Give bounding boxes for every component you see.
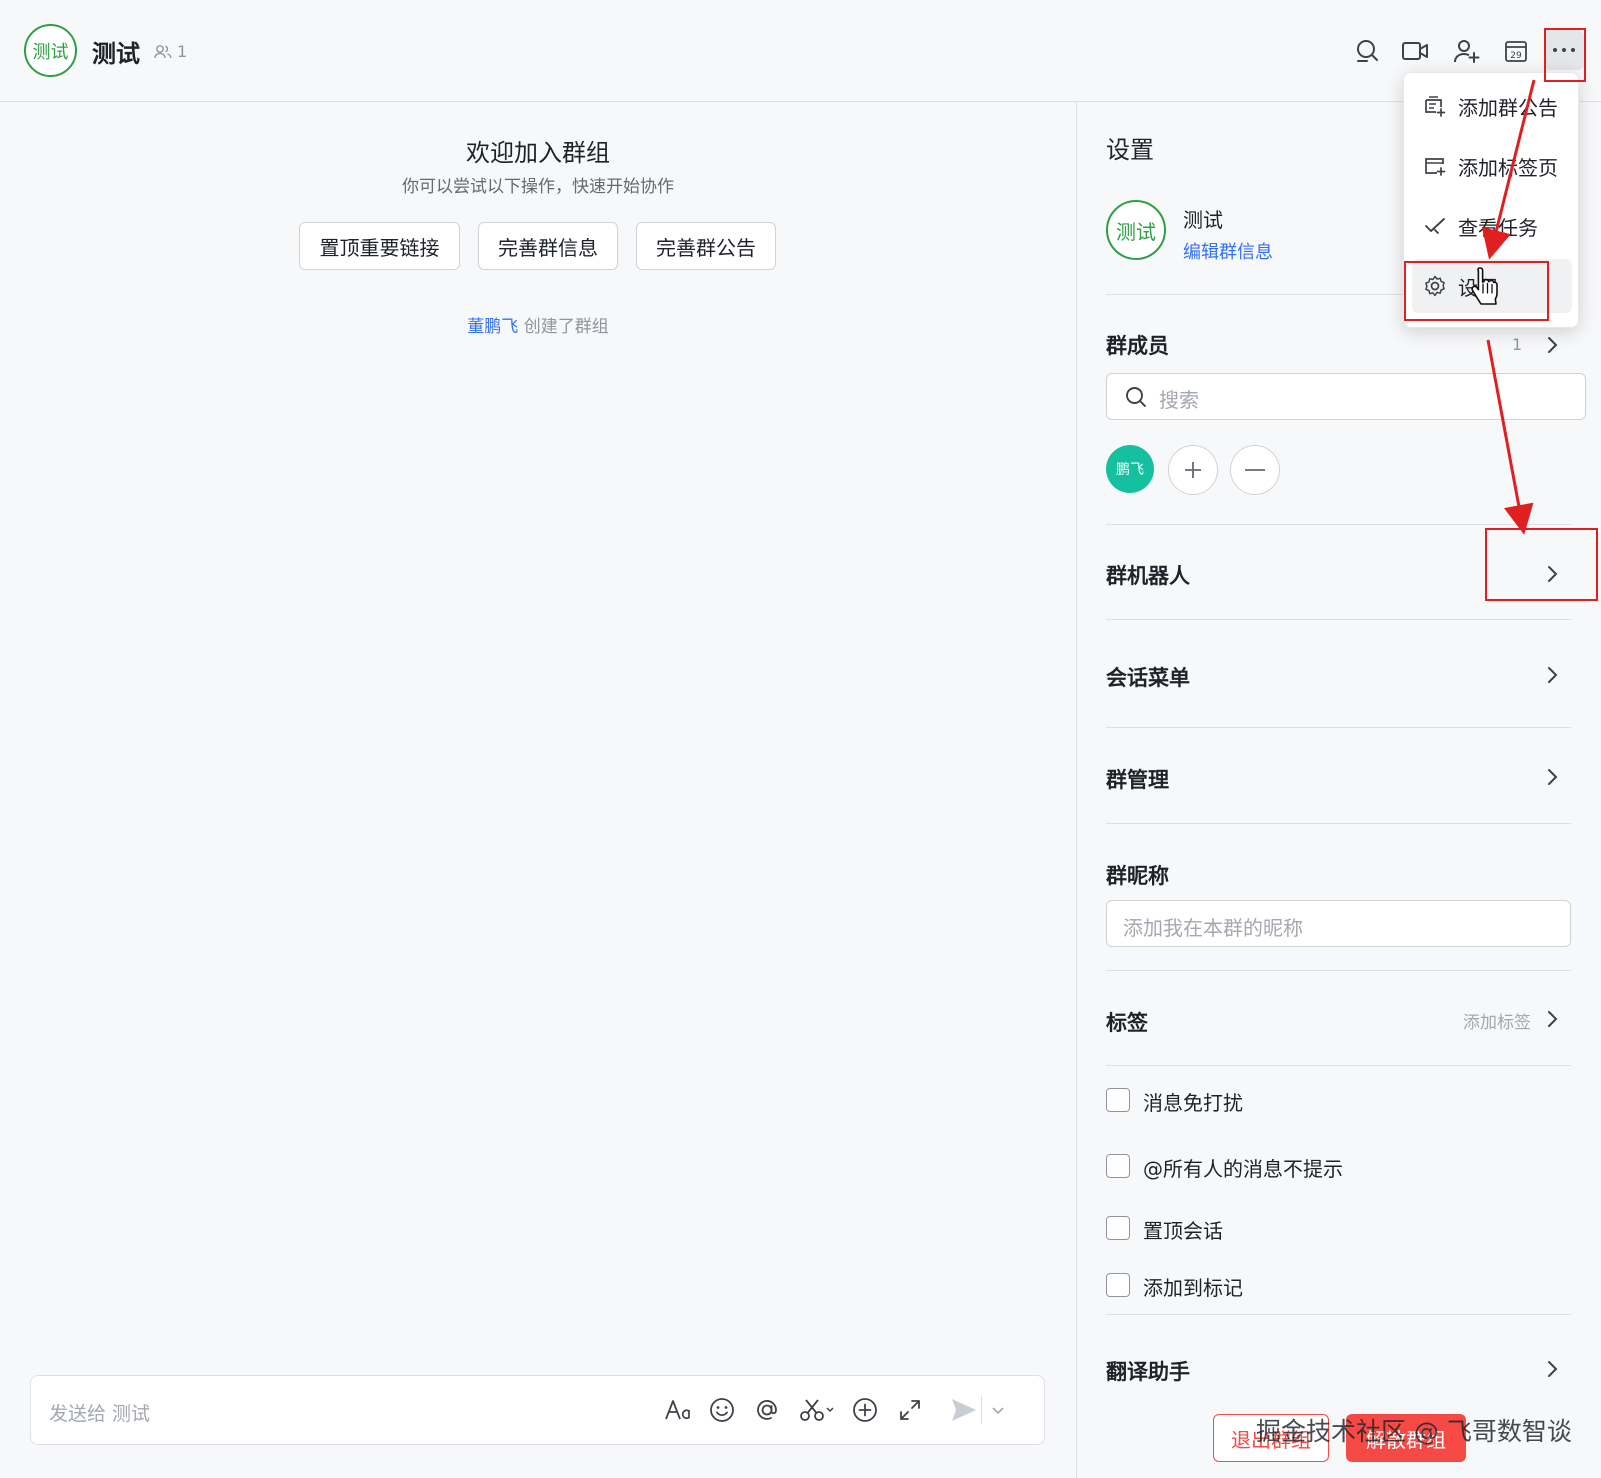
add-tab-icon <box>1422 153 1448 179</box>
menu-item-label: 添加群公告 <box>1458 95 1558 120</box>
group-title[interactable]: 测试 <box>92 34 140 69</box>
bots-section-title[interactable]: 群机器人 <box>1106 560 1190 590</box>
scissors-icon[interactable] <box>797 1393 841 1427</box>
pin-chat-label: 置顶会话 <box>1143 1219 1223 1243</box>
mute-checkbox[interactable] <box>1106 1088 1130 1112</box>
plus-icon <box>1183 460 1203 480</box>
members-icon <box>154 44 172 60</box>
chat-area <box>0 102 1076 1478</box>
complete-group-info-button[interactable]: 完善群信息 <box>478 222 618 270</box>
font-icon[interactable] <box>661 1393 695 1427</box>
divider <box>1106 727 1571 728</box>
send-divider <box>981 1396 982 1424</box>
add-flag-label: 添加到标记 <box>1143 1276 1243 1300</box>
divider <box>1106 823 1571 824</box>
member-avatar[interactable]: 鹏飞 <box>1106 445 1154 493</box>
panel-group-name: 测试 <box>1183 208 1223 232</box>
chat-menu-chevron-icon[interactable] <box>1540 663 1564 687</box>
mention-icon[interactable] <box>750 1393 784 1427</box>
plus-circle-icon[interactable] <box>848 1393 882 1427</box>
calendar-icon[interactable]: 29 <box>1499 34 1533 68</box>
panel-group-avatar[interactable]: 测试 <box>1106 200 1166 260</box>
remove-member-button[interactable] <box>1230 445 1280 495</box>
chevron-down-icon[interactable] <box>986 1393 1010 1427</box>
nickname-input[interactable]: 添加我在本群的昵称 <box>1106 900 1571 947</box>
menu-item-add-announcement[interactable]: 添加群公告 <box>1412 79 1572 133</box>
menu-item-label: 查看任务 <box>1458 215 1538 240</box>
members-count: 1 <box>1512 335 1523 354</box>
group-manage-chevron-icon[interactable] <box>1540 765 1564 789</box>
member-search-input[interactable]: 搜索 <box>1106 373 1586 420</box>
divider <box>1106 1065 1571 1066</box>
composer-placeholder: 发送给 测试 <box>49 1403 151 1425</box>
expand-icon[interactable] <box>893 1393 927 1427</box>
nickname-section-title: 群昵称 <box>1106 864 1169 888</box>
add-tag-link[interactable]: 添加标签 <box>1463 1008 1531 1033</box>
mute-at-all-checkbox[interactable] <box>1106 1154 1130 1178</box>
pin-chat-checkbox[interactable] <box>1106 1216 1130 1240</box>
complete-announcement-button[interactable]: 完善群公告 <box>636 222 776 270</box>
edit-group-info-link[interactable]: 编辑群信息 <box>1183 238 1273 264</box>
search-icon <box>1125 386 1147 408</box>
announcement-icon <box>1422 93 1448 119</box>
add-member-icon[interactable] <box>1450 34 1484 68</box>
welcome-title: 欢迎加入群组 <box>466 139 610 167</box>
menu-item-label: 添加标签页 <box>1458 155 1558 180</box>
members-chevron-icon[interactable] <box>1540 333 1564 357</box>
created-text: 创建了群组 <box>518 317 609 337</box>
welcome-subtitle: 你可以尝试以下操作，快速开始协作 <box>402 177 674 197</box>
annotation-box-more <box>1544 28 1586 82</box>
search-icon[interactable] <box>1350 34 1384 68</box>
menu-item-add-tab[interactable]: 添加标签页 <box>1412 139 1572 193</box>
message-composer[interactable]: 发送给 测试 <box>30 1375 1045 1445</box>
group-avatar[interactable]: 测试 <box>24 24 77 77</box>
annotation-box-settings <box>1404 261 1549 321</box>
nickname-placeholder: 添加我在本群的昵称 <box>1123 916 1303 940</box>
send-icon[interactable] <box>947 1393 981 1427</box>
creator-name-link[interactable]: 董鹏飞 <box>467 317 518 337</box>
watermark-text: 掘金技术社区 @ 飞哥数智谈 <box>1256 1417 1572 1446</box>
tags-chevron-icon[interactable] <box>1540 1007 1564 1031</box>
chat-header: 测试 测试 1 29 <box>0 0 1601 102</box>
tags-section-title: 标签 <box>1106 1011 1148 1035</box>
translate-chevron-icon[interactable] <box>1540 1357 1564 1381</box>
add-flag-checkbox[interactable] <box>1106 1273 1130 1297</box>
member-count[interactable]: 1 <box>154 42 187 61</box>
annotation-box-bots <box>1485 528 1598 601</box>
chat-menu-section-title[interactable]: 会话菜单 <box>1106 662 1190 692</box>
member-count-value: 1 <box>177 42 188 61</box>
created-group-notice: 董鹏飞 创建了群组 <box>0 312 1076 337</box>
group-manage-section-title[interactable]: 群管理 <box>1106 764 1169 794</box>
calendar-day: 29 <box>1510 51 1522 61</box>
member-search-placeholder: 搜索 <box>1159 388 1199 412</box>
menu-item-view-tasks[interactable]: 查看任务 <box>1412 199 1572 253</box>
divider <box>1106 619 1571 620</box>
divider <box>1106 524 1571 525</box>
emoji-icon[interactable] <box>705 1393 739 1427</box>
add-member-button[interactable] <box>1168 445 1218 495</box>
mute-at-all-label: @所有人的消息不提示 <box>1143 1157 1343 1181</box>
members-section-title: 群成员 <box>1106 334 1169 358</box>
minus-icon <box>1244 468 1266 472</box>
video-icon[interactable] <box>1398 34 1432 68</box>
mute-label: 消息免打扰 <box>1143 1091 1243 1115</box>
divider <box>1106 970 1571 971</box>
divider <box>1106 1314 1571 1315</box>
task-check-icon <box>1422 213 1448 239</box>
settings-title: 设置 <box>1106 136 1154 164</box>
pin-links-button[interactable]: 置顶重要链接 <box>299 222 460 270</box>
translate-section-title[interactable]: 翻译助手 <box>1106 1356 1190 1386</box>
